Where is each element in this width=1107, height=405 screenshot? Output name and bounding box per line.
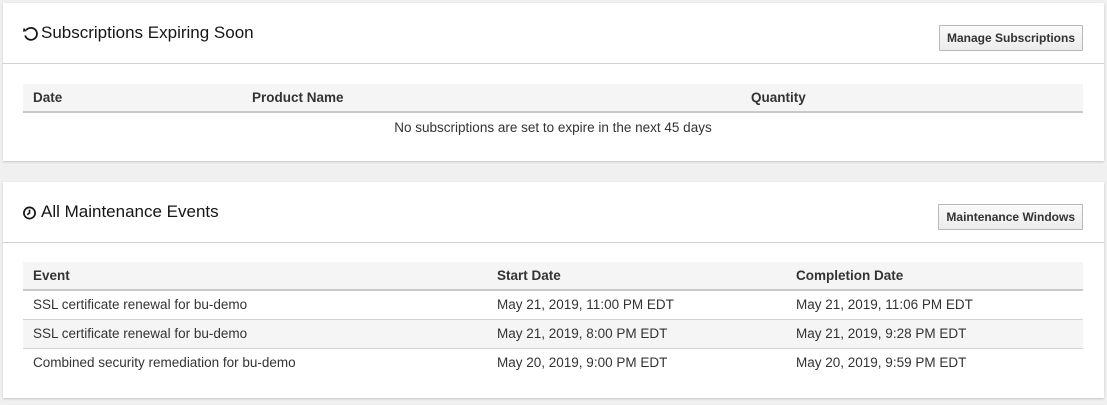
- refresh-icon: [22, 25, 39, 42]
- empty-state-message: No subscriptions are set to expire in th…: [23, 112, 1083, 141]
- table-row[interactable]: SSL certificate renewal for bu-demo May …: [23, 290, 1083, 320]
- maintenance-table-header: Event Start Date Completion Date: [23, 262, 1083, 291]
- event-cell: Combined security remediation for bu-dem…: [33, 355, 296, 371]
- subscriptions-title: Subscriptions Expiring Soon: [22, 22, 254, 44]
- maintenance-windows-button[interactable]: Maintenance Windows: [938, 204, 1083, 230]
- subscriptions-table-header: Date Product Name Quantity: [23, 84, 1083, 113]
- table-row[interactable]: Combined security remediation for bu-dem…: [23, 348, 1083, 377]
- maintenance-panel-header: All Maintenance Events Maintenance Windo…: [3, 182, 1104, 243]
- column-header-quantity[interactable]: Quantity: [741, 84, 1083, 113]
- maintenance-title-text: All Maintenance Events: [41, 202, 219, 221]
- start-date-cell: May 21, 2019, 11:00 PM EDT: [487, 290, 786, 320]
- completion-date-cell: May 21, 2019, 11:06 PM EDT: [786, 290, 1083, 320]
- column-header-completion-date[interactable]: Completion Date: [786, 262, 1083, 291]
- completion-date-cell: May 21, 2019, 9:28 PM EDT: [786, 319, 1083, 349]
- event-cell: SSL certificate renewal for bu-demo: [23, 319, 487, 349]
- maintenance-table: Event Start Date Completion Date SSL cer…: [23, 262, 1083, 377]
- event-cell: SSL certificate renewal for bu-demo: [23, 290, 487, 320]
- empty-state-row: No subscriptions are set to expire in th…: [23, 112, 1083, 141]
- completion-date-cell: May 20, 2019, 9:59 PM EDT: [796, 355, 967, 371]
- start-date-cell: May 21, 2019, 8:00 PM EDT: [487, 319, 786, 349]
- manage-subscriptions-button[interactable]: Manage Subscriptions: [938, 25, 1083, 51]
- column-header-date[interactable]: Date: [23, 84, 242, 113]
- start-date-cell: May 20, 2019, 9:00 PM EDT: [497, 355, 668, 371]
- clock-icon: [22, 204, 39, 221]
- column-header-product-name[interactable]: Product Name: [242, 84, 741, 113]
- maintenance-panel: All Maintenance Events Maintenance Windo…: [3, 182, 1104, 398]
- column-header-event[interactable]: Event: [23, 262, 487, 291]
- column-header-start-date[interactable]: Start Date: [487, 262, 786, 291]
- maintenance-title: All Maintenance Events: [22, 201, 219, 223]
- subscriptions-panel: Subscriptions Expiring Soon Manage Subsc…: [3, 3, 1104, 161]
- table-row[interactable]: SSL certificate renewal for bu-demo May …: [23, 319, 1083, 349]
- subscriptions-panel-header: Subscriptions Expiring Soon Manage Subsc…: [3, 3, 1104, 64]
- subscriptions-title-text: Subscriptions Expiring Soon: [41, 23, 254, 42]
- subscriptions-table: Date Product Name Quantity No subscripti…: [23, 84, 1083, 141]
